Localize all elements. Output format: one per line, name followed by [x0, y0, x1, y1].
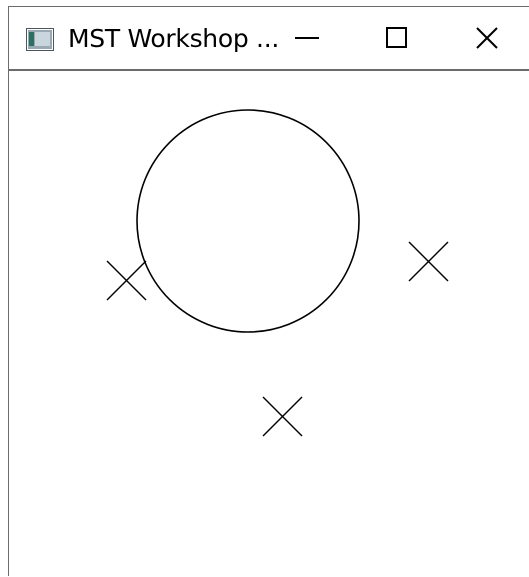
- cross-marker-left: [106, 260, 147, 301]
- cross-marker-right: [408, 241, 449, 282]
- app-window: MST Workshop ...: [8, 6, 529, 577]
- app-window-icon: [26, 28, 54, 51]
- minimize-icon: [295, 37, 319, 39]
- maximize-button[interactable]: [352, 7, 442, 69]
- close-icon: [476, 27, 498, 49]
- drawing-canvas: [106, 109, 449, 437]
- cross-marker-bottom: [262, 396, 303, 437]
- close-button[interactable]: [442, 7, 529, 69]
- circle-shape: [136, 109, 360, 333]
- maximize-icon: [386, 27, 407, 48]
- title-bar[interactable]: MST Workshop ...: [9, 7, 529, 71]
- drawing-area[interactable]: [9, 71, 529, 577]
- window-title: MST Workshop ...: [68, 24, 279, 53]
- minimize-button[interactable]: [262, 7, 352, 69]
